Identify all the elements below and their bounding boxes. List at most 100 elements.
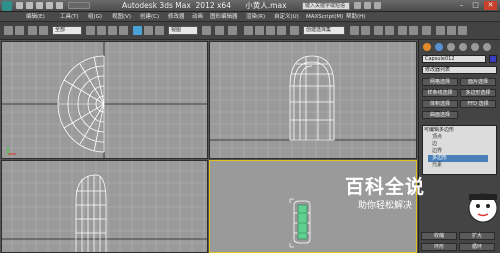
loop-button[interactable]: 循环	[459, 243, 495, 251]
watermark: 百科全说 助你轻松解决	[338, 176, 432, 218]
menu-modifiers[interactable]: 修改器	[168, 12, 185, 22]
spline-select-button[interactable]: 样条线选择	[422, 89, 458, 97]
display-tab-icon[interactable]	[471, 43, 479, 51]
stack-item-element[interactable]: 元素	[428, 162, 488, 169]
reference-coordinate-dropdown[interactable]: 视图	[168, 26, 198, 35]
mirror-icon[interactable]	[350, 26, 359, 35]
select-rotate-icon[interactable]	[144, 26, 153, 35]
watermark-title: 百科全说	[344, 176, 425, 198]
object-color-swatch[interactable]	[489, 55, 497, 63]
align-icon[interactable]	[361, 26, 370, 35]
create-tab-icon[interactable]	[423, 43, 431, 51]
shrink-button[interactable]: 收缩	[421, 232, 457, 240]
stack-item-border[interactable]: 边界	[428, 148, 488, 155]
menu-create[interactable]: 创建(C)	[140, 12, 159, 22]
menu-group[interactable]: 组(G)	[88, 12, 102, 22]
close-button[interactable]: ✕	[484, 1, 497, 10]
snaps-toggle-icon[interactable]	[244, 26, 253, 35]
viewport-front[interactable]	[209, 41, 417, 159]
motion-tab-icon[interactable]	[459, 43, 467, 51]
viewport-front-canvas	[210, 42, 416, 158]
stack-root-item[interactable]: 可编辑多边形	[422, 127, 494, 134]
menu-rendering[interactable]: 渲染(R)	[246, 12, 265, 22]
mesh-select-button[interactable]: 网格选择	[422, 78, 458, 86]
edit-named-selection-icon[interactable]	[290, 26, 299, 35]
select-by-name-icon[interactable]	[97, 26, 106, 35]
maximize-button[interactable]: □	[469, 1, 482, 10]
help-icon[interactable]	[374, 2, 381, 9]
hierarchy-tab-icon[interactable]	[447, 43, 455, 51]
undo-tool-icon[interactable]	[4, 26, 13, 35]
poly-select-button[interactable]: 多边形选择	[460, 89, 496, 97]
surface-select-button[interactable]: 曲面选择	[422, 111, 458, 119]
menu-views[interactable]: 视图(V)	[112, 12, 131, 22]
keyboard-shortcut-icon[interactable]	[228, 26, 237, 35]
title-bar: Autodesk 3ds Max 2012 x64 小黄人.max 键入关键字或…	[0, 0, 500, 12]
save-icon[interactable]	[36, 2, 43, 9]
schematic-view-icon[interactable]	[409, 26, 418, 35]
minimize-button[interactable]: –	[455, 1, 468, 10]
named-selection-dropdown[interactable]: 创建选择集	[303, 26, 345, 35]
modifier-list-dropdown[interactable]: 修改器列表	[422, 66, 497, 74]
menu-help[interactable]: 帮助(H)	[346, 12, 365, 22]
stack-item-edge[interactable]: 边	[428, 141, 488, 148]
material-editor-icon[interactable]	[422, 26, 431, 35]
window-crossing-icon[interactable]	[119, 26, 128, 35]
mascot-icon	[468, 193, 498, 223]
stack-item-polygon[interactable]: 多边形	[428, 155, 488, 162]
star-icon[interactable]	[364, 2, 371, 9]
workspace-dropdown[interactable]	[68, 2, 90, 9]
render-production-icon[interactable]	[458, 26, 467, 35]
selection-filter-dropdown[interactable]: 全部	[52, 26, 82, 35]
redo-tool-icon[interactable]	[15, 26, 24, 35]
select-move-icon[interactable]	[133, 26, 142, 35]
render-setup-icon[interactable]	[436, 26, 445, 35]
viewport-top[interactable]	[1, 41, 208, 159]
pivot-center-icon[interactable]	[202, 26, 211, 35]
viewport-area	[0, 40, 418, 253]
menu-graph-editors[interactable]: 图形编辑器	[210, 12, 238, 22]
select-manipulate-icon[interactable]	[215, 26, 224, 35]
ring-button[interactable]: 环形	[421, 243, 457, 251]
stack-item-vertex[interactable]: 顶点	[428, 134, 488, 141]
grow-button[interactable]: 扩大	[459, 232, 495, 240]
menu-animation[interactable]: 动画	[192, 12, 203, 22]
percent-snap-icon[interactable]	[266, 26, 275, 35]
select-scale-icon[interactable]	[155, 26, 164, 35]
viewport-left[interactable]	[1, 160, 208, 253]
main-toolbar: 全部 视图 创建选择集	[0, 22, 500, 40]
max-application: Autodesk 3ds Max 2012 x64 小黄人.max 键入关键字或…	[0, 0, 500, 253]
ffd-select-button[interactable]: FFD 选择	[460, 100, 496, 108]
curve-editor-icon[interactable]	[398, 26, 407, 35]
open-file-icon[interactable]	[26, 2, 33, 9]
search-input[interactable]: 键入关键字或短语	[302, 2, 350, 10]
viewport-left-canvas	[2, 161, 207, 252]
menu-customize[interactable]: 自定义(U)	[274, 12, 299, 22]
redo-icon[interactable]	[56, 2, 63, 9]
patch-select-button[interactable]: 面片选择	[460, 78, 496, 86]
angle-snap-icon[interactable]	[255, 26, 264, 35]
menu-edit[interactable]: 编辑(E)	[26, 12, 45, 22]
selection-bracket-icon	[289, 198, 294, 248]
unlink-icon[interactable]	[39, 26, 48, 35]
capsule-wireframe-top	[57, 55, 105, 153]
vol-select-button[interactable]: 体积选择	[422, 100, 458, 108]
undo-icon[interactable]	[46, 2, 53, 9]
layer-manager-icon[interactable]	[374, 26, 383, 35]
search-icon[interactable]	[354, 2, 361, 9]
new-file-icon[interactable]	[16, 2, 23, 9]
utilities-tab-icon[interactable]	[483, 43, 491, 51]
modify-tab-icon[interactable]	[435, 43, 443, 51]
graphite-toggle-icon[interactable]	[385, 26, 394, 35]
select-object-icon[interactable]	[86, 26, 95, 35]
app-logo-icon[interactable]	[2, 1, 12, 11]
link-icon[interactable]	[28, 26, 37, 35]
spinner-snap-icon[interactable]	[277, 26, 286, 35]
rendered-frame-icon[interactable]	[447, 26, 456, 35]
menu-bar: 编辑(E) 工具(T) 组(G) 视图(V) 创建(C) 修改器 动画 图形编辑…	[0, 12, 500, 22]
rectangular-selection-icon[interactable]	[108, 26, 117, 35]
menu-maxscript[interactable]: MAXScript(M)	[306, 12, 343, 22]
object-name-field[interactable]: Capsule012	[422, 55, 486, 63]
menu-tools[interactable]: 工具(T)	[60, 12, 79, 22]
selected-polygon-faces	[297, 204, 308, 240]
